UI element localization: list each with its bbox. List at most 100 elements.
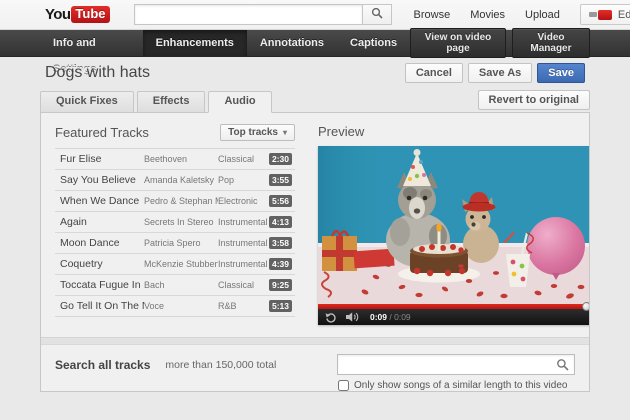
track-row[interactable]: Again Secrets In Stereo Instrumental 4:1… [55, 212, 295, 233]
track-duration: 2:30 [269, 153, 292, 165]
top-link-movies[interactable]: Movies [470, 9, 505, 21]
replay-icon[interactable] [325, 312, 336, 323]
track-title: Toccata Fugue In D Minor: Toccata [60, 279, 144, 291]
track-artist: Pedro & Stephan M [144, 196, 218, 206]
track-search-input[interactable] [337, 354, 575, 375]
top-tracks-dropdown-label: Top tracks [228, 127, 278, 138]
track-genre: Pop [218, 175, 269, 185]
track-row[interactable]: Fur Elise Beethoven Classical 2:30 [55, 149, 295, 170]
search-icon [371, 7, 383, 22]
save-as-button[interactable]: Save As [468, 63, 532, 83]
section-divider [41, 337, 589, 345]
editor-account-menu[interactable]: Editor ▾ [580, 4, 630, 25]
site-search-button[interactable] [362, 4, 392, 25]
chevron-down-icon: ▾ [283, 128, 287, 137]
featured-tracks-column: Featured Tracks Top tracks ▾ Fur Elise B… [55, 119, 295, 337]
track-row[interactable]: Toccata Fugue In D Minor: Toccata Bach C… [55, 275, 295, 296]
logo-you-text: You [45, 6, 70, 23]
revert-to-original-button[interactable]: Revert to original [478, 90, 590, 110]
top-links: Browse Movies Upload [414, 9, 580, 21]
player-scrubber-handle[interactable] [582, 302, 589, 311]
track-row[interactable]: Say You Believe Amanda Kaletsky Pop 3:55 [55, 170, 295, 191]
track-title: Again [60, 216, 144, 228]
track-title: Coquetry [60, 258, 144, 270]
track-title: Fur Elise [60, 153, 144, 165]
track-search [337, 354, 575, 375]
track-title: Go Tell It On The Mountain [60, 300, 144, 312]
video-title: Dogs with hats [45, 64, 150, 82]
tab-effects[interactable]: Effects [137, 91, 206, 113]
search-all-tracks-heading: Search all tracks [55, 358, 150, 372]
track-duration: 9:25 [269, 279, 292, 291]
track-duration: 4:39 [269, 258, 292, 270]
player-total-time: 0:09 [394, 312, 411, 322]
tab-audio[interactable]: Audio [208, 91, 271, 113]
track-row[interactable]: Coquetry McKenzie Stubbert Instrumental … [55, 254, 295, 275]
site-search [134, 4, 392, 25]
tab-quick-fixes[interactable]: Quick Fixes [40, 91, 134, 113]
youtube-logo[interactable]: You Tube [45, 6, 110, 23]
track-genre: Instrumental [218, 217, 269, 227]
header-actions: Cancel Save As Save [405, 63, 585, 83]
search-icon[interactable] [556, 358, 569, 376]
editor-wrapper: Quick Fixes Effects Audio Revert to orig… [40, 90, 590, 392]
search-all-tracks-section: Search all tracks more than 150,000 tota… [41, 345, 589, 391]
preview-video-scene [318, 146, 589, 304]
similar-length-label: Only show songs of a similar length to t… [354, 380, 567, 391]
nav-actions: View on video page Video Manager [410, 30, 590, 56]
track-list: Fur Elise Beethoven Classical 2:30 Say Y… [55, 148, 295, 317]
track-genre: Instrumental [218, 238, 269, 248]
track-genre: Instrumental [218, 259, 269, 269]
player-progress-bar[interactable] [318, 304, 589, 309]
featured-tracks-heading: Featured Tracks [55, 125, 149, 140]
track-artist: Patricia Spero [144, 238, 218, 248]
video-player[interactable]: 0:09 / 0:09 [318, 146, 589, 325]
logo-tube-text: Tube [71, 6, 109, 23]
track-genre: Classical [218, 280, 269, 290]
top-link-upload[interactable]: Upload [525, 9, 560, 21]
track-artist: Bach [144, 280, 218, 290]
player-current-time: 0:09 [370, 312, 387, 322]
featured-tracks-header: Featured Tracks Top tracks ▾ [55, 119, 295, 148]
youtube-mini-logo-icon [589, 10, 612, 20]
track-duration: 3:55 [269, 174, 292, 186]
player-time: 0:09 / 0:09 [370, 312, 411, 322]
track-artist: Voce [144, 301, 218, 311]
editor-badge-label: Editor [618, 9, 630, 21]
nav-item-annotations[interactable]: Annotations [247, 30, 337, 56]
site-search-input[interactable] [134, 4, 362, 25]
video-manager-button[interactable]: Video Manager [512, 28, 590, 58]
video-edit-navbar: Info and Settings Enhancements Annotatio… [0, 30, 630, 57]
track-title: Moon Dance [60, 237, 144, 249]
nav-item-info-and-settings[interactable]: Info and Settings [40, 30, 143, 56]
top-link-browse[interactable]: Browse [414, 9, 451, 21]
nav-item-enhancements[interactable]: Enhancements [143, 30, 247, 56]
preview-heading: Preview [318, 119, 589, 146]
nav-item-captions[interactable]: Captions [337, 30, 410, 56]
track-genre: Classical [218, 154, 269, 164]
track-row[interactable]: When We Dance Pedro & Stephan M Electron… [55, 191, 295, 212]
track-row[interactable]: Go Tell It On The Mountain Voce R&B 5:13 [55, 296, 295, 317]
track-row[interactable]: Moon Dance Patricia Spero Instrumental 3… [55, 233, 295, 254]
preview-column: Preview [318, 119, 589, 337]
track-artist: Beethoven [144, 154, 218, 164]
track-count-text: more than 150,000 total [165, 359, 276, 371]
top-tracks-dropdown[interactable]: Top tracks ▾ [220, 124, 295, 141]
cancel-button[interactable]: Cancel [405, 63, 463, 83]
audio-panel: Featured Tracks Top tracks ▾ Fur Elise B… [40, 112, 590, 392]
track-genre: Electronic [218, 196, 269, 206]
similar-length-checkbox[interactable] [338, 380, 349, 391]
track-duration: 5:13 [269, 300, 292, 312]
track-title: When We Dance [60, 195, 144, 207]
top-bar: You Tube Browse Movies Upload Editor ▾ [0, 0, 630, 30]
track-duration: 5:56 [269, 195, 292, 207]
similar-length-filter: Only show songs of a similar length to t… [337, 380, 575, 391]
track-artist: Secrets In Stereo [144, 217, 218, 227]
save-button[interactable]: Save [537, 63, 585, 83]
track-title: Say You Believe [60, 174, 144, 186]
track-artist: McKenzie Stubbert [144, 259, 218, 269]
track-genre: R&B [218, 301, 269, 311]
volume-icon[interactable] [346, 312, 360, 322]
view-on-video-page-button[interactable]: View on video page [410, 28, 506, 58]
track-duration: 4:13 [269, 216, 292, 228]
